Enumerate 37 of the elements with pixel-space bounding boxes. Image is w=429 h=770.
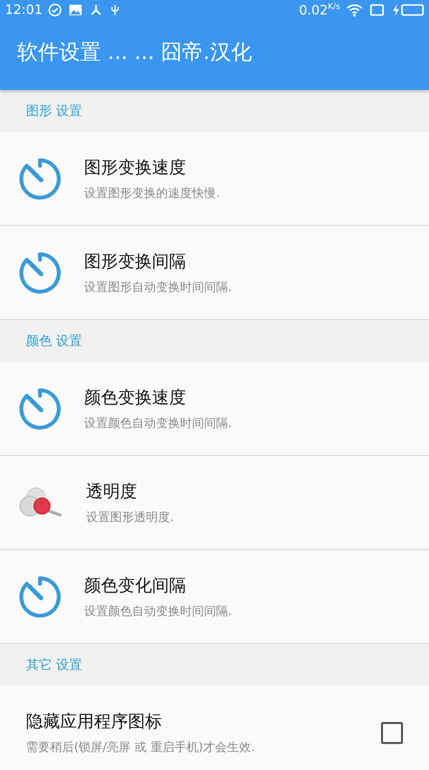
- check-circle-icon: [48, 3, 62, 17]
- item-title: 颜色变化间隔: [84, 574, 186, 596]
- item-summary: 设置图形变换的速度快慢.: [84, 184, 220, 202]
- item-title: 图形变换间隔: [84, 250, 186, 272]
- settings-item[interactable]: 隐藏应用程序图标 需要稍后(锁屏/亮屏 或 重启手机)才会生效.: [0, 686, 429, 770]
- item-title: 图形变换速度: [84, 156, 186, 178]
- item-title: 透明度: [86, 480, 137, 502]
- item-summary: 设置图形自动变换时间间隔.: [84, 278, 232, 296]
- settings-item[interactable]: 图形变换间隔 设置图形自动变换时间间隔.: [0, 226, 429, 320]
- settings-item[interactable]: 颜色变换速度 设置颜色自动变换时间间隔.: [0, 362, 429, 456]
- timer-icon: [18, 250, 62, 294]
- sim-icon: [369, 3, 385, 17]
- item-title: 颜色变换速度: [84, 386, 186, 408]
- item-summary: 设置图形透明度.: [86, 508, 174, 526]
- section-header: 颜色 设置: [25, 333, 82, 351]
- usb-icon: [109, 3, 122, 17]
- timer-icon: [18, 156, 62, 200]
- settings-item[interactable]: 颜色变化间隔 设置颜色自动变换时间间隔.: [0, 550, 429, 644]
- battery-icon: [391, 3, 425, 17]
- settings-item[interactable]: 透明度 设置图形透明度.: [0, 456, 429, 550]
- section-header: 其它 设置: [25, 657, 82, 675]
- timer-icon: [18, 386, 62, 430]
- share-icon: [89, 3, 104, 17]
- app-title: 软件设置 ... ... 囧帝.汉化: [16, 39, 253, 66]
- status-time: 12:01: [5, 2, 42, 18]
- settings-item[interactable]: 图形变换速度 设置图形变换的速度快慢.: [0, 132, 429, 226]
- opacity-icon: [18, 486, 64, 520]
- item-summary: 需要稍后(锁屏/亮屏 或 重启手机)才会生效.: [26, 738, 255, 756]
- item-title: 隐藏应用程序图标: [26, 710, 162, 732]
- item-summary: 设置颜色自动变换时间间隔.: [84, 414, 232, 432]
- timer-icon: [18, 574, 62, 618]
- checkbox[interactable]: [381, 722, 403, 744]
- item-summary: 设置颜色自动变换时间间隔.: [84, 602, 232, 620]
- network-speed: 0.02$^{K/s}$: [298, 2, 340, 18]
- wifi-icon: [346, 3, 363, 17]
- image-icon: [68, 3, 84, 17]
- section-header: 图形 设置: [25, 103, 82, 121]
